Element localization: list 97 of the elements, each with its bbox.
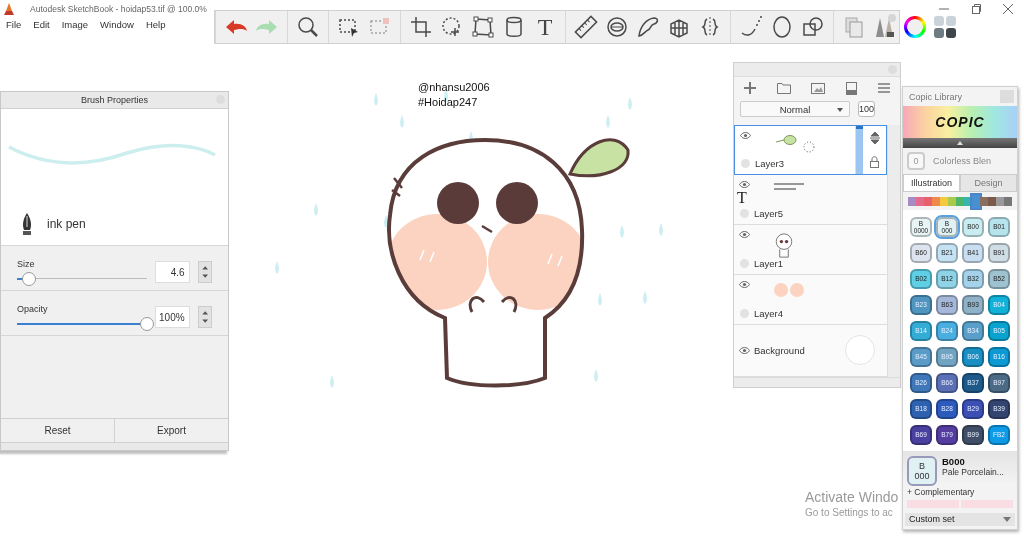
layer-name: Layer3: [755, 157, 786, 169]
layer-row[interactable]: Layer1: [734, 224, 887, 275]
hue-chip[interactable]: [980, 196, 988, 206]
caret-icon: [1003, 516, 1011, 522]
color-swatch[interactable]: [845, 335, 875, 366]
layer-name: Background: [754, 344, 806, 356]
spinner-icon[interactable]: [197, 261, 212, 283]
add-icon[interactable]: [744, 82, 757, 95]
slider-label: Opacity: [17, 303, 49, 314]
eye-icon[interactable]: [738, 180, 750, 188]
value-field[interactable]: 100%: [155, 306, 190, 328]
swatches-icon[interactable]: [933, 15, 957, 39]
circle-icon[interactable]: [770, 15, 794, 39]
opacity-field[interactable]: 100: [858, 101, 875, 118]
radio-icon[interactable]: [739, 208, 749, 218]
blender-name: Colorless Blen: [933, 155, 992, 166]
panel-title: Brush Properties: [81, 95, 148, 105]
brush-name: ink pen: [47, 217, 86, 231]
complementary-label[interactable]: + Complementary: [903, 485, 1017, 498]
curve-ruler-icon[interactable]: [636, 15, 660, 39]
layer-thumbnail: [775, 133, 815, 154]
tab[interactable]: Illustration: [903, 173, 960, 191]
menu-item[interactable]: File: [6, 19, 22, 30]
maximize-icon[interactable]: [971, 3, 981, 14]
value-field[interactable]: 4.6: [155, 261, 190, 283]
close-icon[interactable]: [1003, 3, 1013, 14]
eye-icon[interactable]: [738, 230, 750, 238]
pen-nib-icon: [21, 213, 33, 235]
panel-button[interactable]: Reset: [1, 419, 115, 442]
hue-chip[interactable]: [1004, 196, 1012, 206]
hue-chip[interactable]: [956, 196, 964, 206]
hue-chip[interactable]: [908, 196, 916, 206]
scrollbar[interactable]: [856, 125, 863, 174]
resize-grip[interactable]: [734, 376, 900, 387]
brand-logo: COPIC: [935, 114, 985, 131]
current-swatch: B 000: [907, 455, 937, 486]
canvas-text: @nhansu2006: [418, 80, 490, 95]
menu-item[interactable]: Window: [100, 19, 134, 30]
search-icon[interactable]: [296, 15, 320, 39]
shapes-icon[interactable]: [801, 15, 825, 39]
slider-label: Size: [17, 258, 36, 269]
color-name: Pale Porcelain...: [942, 466, 1004, 477]
layer-thumbnail: [774, 182, 804, 190]
eye-icon[interactable]: [738, 346, 750, 354]
activation-text: Go to Settings to ac: [805, 506, 894, 520]
image-icon[interactable]: [811, 82, 826, 94]
eye-icon[interactable]: [738, 280, 750, 288]
radio-icon[interactable]: [739, 308, 749, 318]
color-code: B000: [942, 455, 966, 467]
menu-item[interactable]: Edit: [33, 19, 50, 30]
layer-name: Layer4: [754, 307, 785, 319]
radio-icon[interactable]: [739, 258, 749, 268]
layer-row[interactable]: Layer4: [734, 274, 887, 325]
tab[interactable]: Design: [960, 173, 1017, 191]
menu-icon[interactable]: [877, 83, 890, 94]
set-dropdown[interactable]: Custom set: [905, 512, 1015, 526]
panel-title: Copic Library: [909, 91, 963, 102]
caret-icon: [957, 140, 963, 145]
slider-thumb[interactable]: [140, 316, 154, 331]
hue-chip[interactable]: [924, 196, 932, 206]
hue-chip[interactable]: [996, 196, 1004, 206]
layer-row[interactable]: T Layer5: [734, 174, 887, 225]
ellipse-guide-icon[interactable]: [605, 15, 629, 39]
layer-thumbnail: [774, 232, 794, 258]
hue-chip[interactable]: [916, 196, 924, 206]
layer-thumbnail: [774, 282, 804, 297]
eye-icon[interactable]: [739, 131, 751, 139]
distort-icon[interactable]: [471, 15, 495, 39]
lock-icon[interactable]: [870, 155, 879, 168]
curve-stroke-icon[interactable]: [739, 15, 763, 39]
merge-icon[interactable]: [846, 81, 858, 95]
slider-thumb[interactable]: [21, 271, 36, 286]
ruler-icon[interactable]: [574, 15, 598, 39]
caret-icon: [837, 108, 843, 113]
resize-grip[interactable]: [1, 442, 228, 450]
crop-icon[interactable]: [409, 15, 433, 39]
canvas-text: #Hoidap247: [418, 95, 478, 110]
text-tool-button[interactable]: T: [533, 15, 557, 39]
layer-row[interactable]: Layer3: [734, 124, 887, 175]
move-icon[interactable]: [869, 131, 880, 144]
color-wheel-icon[interactable]: [904, 16, 926, 38]
folder-icon[interactable]: [776, 82, 791, 94]
window-title: Autodesk SketchBook - hoidap53.tif @ 100.0%: [30, 3, 207, 14]
scroll-track[interactable]: [887, 124, 900, 377]
layer-name: Layer5: [754, 207, 785, 219]
blend-mode-dropdown[interactable]: Normal: [740, 101, 850, 118]
spinner-icon[interactable]: [197, 306, 212, 328]
menu-item[interactable]: Help: [145, 19, 166, 30]
menu-item[interactable]: Image: [61, 19, 89, 30]
activation-title: Activate Windo: [805, 488, 900, 506]
app-logo-icon: [4, 2, 14, 15]
hue-chip[interactable]: [988, 196, 996, 206]
text-layer-icon: T: [737, 188, 747, 207]
collapse-bar[interactable]: [903, 137, 1017, 148]
radio-icon[interactable]: [740, 158, 750, 168]
layer-name: Layer1: [754, 257, 785, 269]
layer-row[interactable]: Background: [734, 324, 887, 377]
